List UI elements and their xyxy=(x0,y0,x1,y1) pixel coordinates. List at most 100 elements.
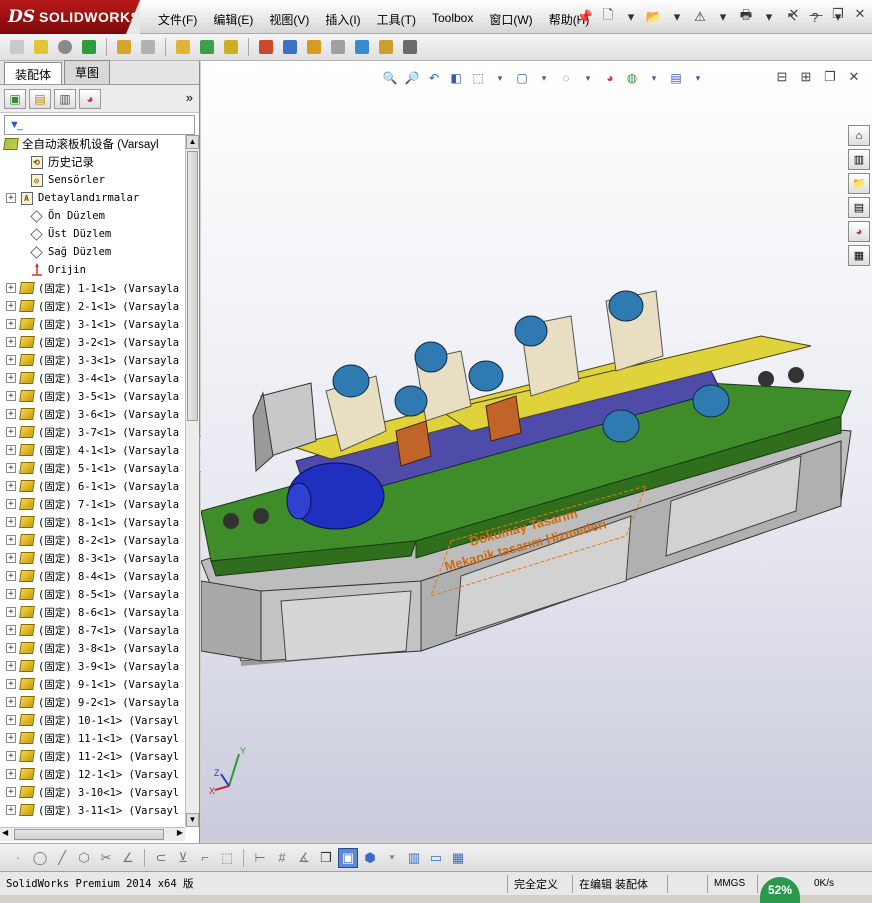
tree-item-origin[interactable]: Orijin xyxy=(0,261,185,279)
expand-icon[interactable]: + xyxy=(6,499,16,509)
tree-item-component[interactable]: + (固定) 9-1<1> (Varsayla xyxy=(0,675,185,693)
tree-item-component[interactable]: + (固定) 3-2<1> (Varsayla xyxy=(0,333,185,351)
tree-item-component[interactable]: + (固定) 8-6<1> (Varsayla xyxy=(0,603,185,621)
restore-icon[interactable]: ❐ xyxy=(830,6,846,22)
tree-item-component[interactable]: + (固定) 7-1<1> (Varsayla xyxy=(0,495,185,513)
cube-icon[interactable]: ⬢ xyxy=(360,848,380,868)
view-palette-icon[interactable]: ▤ xyxy=(848,197,870,218)
expand-icon[interactable]: + xyxy=(6,193,16,203)
hscroll-thumb[interactable] xyxy=(14,829,164,840)
tree-item-component[interactable]: + (固定) 3-4<1> (Varsayla xyxy=(0,369,185,387)
expand-icon[interactable]: + xyxy=(6,769,16,779)
scroll-right-icon[interactable]: ▶ xyxy=(177,828,183,837)
tree-item-front-plane[interactable]: Ön Düzlem xyxy=(0,207,185,225)
tree-item-component[interactable]: + (固定) 3-3<1> (Varsayla xyxy=(0,351,185,369)
clearance-verification-icon[interactable] xyxy=(375,36,397,58)
tree-item-annotations[interactable]: + A Detaylandırmalar xyxy=(0,189,185,207)
mate-icon[interactable] xyxy=(54,36,76,58)
expand-icon[interactable]: + xyxy=(6,643,16,653)
extend-icon[interactable]: ∠ xyxy=(118,848,138,868)
tree-item-component[interactable]: + (固定) 3-8<1> (Varsayla xyxy=(0,639,185,657)
expand-icon[interactable]: + xyxy=(6,679,16,689)
tree-item-component[interactable]: + (固定) 11-1<1> (Varsayl xyxy=(0,729,185,747)
tree-horizontal-scrollbar[interactable]: ◀ ▶ xyxy=(0,827,185,841)
tab-assembly[interactable]: 装配体 xyxy=(4,62,63,84)
new-document-icon[interactable]: 🗋 xyxy=(598,6,618,28)
new-motion-study-icon[interactable] xyxy=(255,36,277,58)
tree-vertical-scrollbar[interactable]: ▲ ▼ xyxy=(185,135,199,827)
smart-fasteners-icon[interactable] xyxy=(113,36,135,58)
dimension-icon[interactable]: ⊢ xyxy=(250,848,270,868)
display-manager-icon[interactable]: ◕ xyxy=(79,88,101,109)
linear-pattern-icon[interactable] xyxy=(78,36,100,58)
expand-icon[interactable]: + xyxy=(6,589,16,599)
tree-item-component[interactable]: + (固定) 3-6<1> (Varsayla xyxy=(0,405,185,423)
dropdown-icon[interactable]: ▾ xyxy=(382,848,402,868)
assembly-features-icon[interactable] xyxy=(196,36,218,58)
configuration-manager-icon[interactable]: ▥ xyxy=(54,88,76,109)
tree-item-component[interactable]: + (固定) 8-2<1> (Varsayla xyxy=(0,531,185,549)
tree-item-component[interactable]: + (固定) 8-4<1> (Varsayla xyxy=(0,567,185,585)
expand-icon[interactable]: + xyxy=(6,481,16,491)
dropdown-icon[interactable]: ▾ xyxy=(667,6,687,28)
expand-icon[interactable]: + xyxy=(6,517,16,527)
print-icon[interactable]: 🖶 xyxy=(736,6,756,28)
expand-icon[interactable]: + xyxy=(6,751,16,761)
menu-view[interactable]: 视图(V) xyxy=(261,9,317,30)
window-icon[interactable]: ▭ xyxy=(426,848,446,868)
expand-icon[interactable]: + xyxy=(6,553,16,563)
tree-item-component[interactable]: + (固定) 4-1<1> (Varsayla xyxy=(0,441,185,459)
expand-icon[interactable]: + xyxy=(6,427,16,437)
instant3d-icon[interactable] xyxy=(399,36,421,58)
appearances-icon[interactable]: ◕ xyxy=(848,221,870,242)
units-status[interactable]: MMGS xyxy=(708,874,758,893)
scroll-up-icon[interactable]: ▲ xyxy=(186,135,199,149)
tree-item-component[interactable]: + (固定) 3-7<1> (Varsayla xyxy=(0,423,185,441)
insert-component-icon[interactable] xyxy=(6,36,28,58)
scroll-left-icon[interactable]: ◀ xyxy=(2,828,8,837)
scroll-down-icon[interactable]: ▼ xyxy=(186,813,199,827)
3d-box-icon[interactable]: ❒ xyxy=(316,848,336,868)
menu-toolbox[interactable]: Toolbox xyxy=(424,9,481,30)
trim-icon[interactable]: ✂ xyxy=(96,848,116,868)
tree-item-component[interactable]: + (固定) 3-9<1> (Varsayla xyxy=(0,657,185,675)
filter-icon[interactable]: ▼̲ xyxy=(9,119,20,131)
tree-item-component[interactable]: + (固定) 6-1<1> (Varsayla xyxy=(0,477,185,495)
close-document-icon[interactable]: ✕ xyxy=(786,6,802,22)
shaded-icon[interactable]: ▣ xyxy=(338,847,358,868)
tree-item-component[interactable]: + (固定) 3-11<1> (Varsayl xyxy=(0,801,185,819)
tree-item-component[interactable]: + (固定) 8-3<1> (Varsayla xyxy=(0,549,185,567)
new-part-icon[interactable] xyxy=(30,36,52,58)
tree-item-top-plane[interactable]: Üst Düzlem xyxy=(0,225,185,243)
expand-icon[interactable]: + xyxy=(6,697,16,707)
tree-item-component[interactable]: + (固定) 10-1<1> (Varsayl xyxy=(0,711,185,729)
scroll-thumb[interactable] xyxy=(187,151,198,421)
tree-item-history[interactable]: ⟲ 历史记录 xyxy=(0,153,185,171)
expand-icon[interactable]: + xyxy=(6,355,16,365)
tab-sketch[interactable]: 草图 xyxy=(64,60,111,84)
tree-item-component[interactable]: + (固定) 8-5<1> (Varsayla xyxy=(0,585,185,603)
fillet-icon[interactable]: ⌐ xyxy=(195,848,215,868)
grid-icon[interactable]: # xyxy=(272,848,292,868)
menu-edit[interactable]: 编辑(E) xyxy=(205,9,261,30)
tree-item-component[interactable]: + (固定) 3-10<1> (Varsayl xyxy=(0,783,185,801)
angle-icon[interactable]: ∡ xyxy=(294,848,314,868)
dropdown-icon[interactable]: ▾ xyxy=(713,6,733,28)
line-icon[interactable]: ╱ xyxy=(52,848,72,868)
file-explorer-icon[interactable]: 📁 xyxy=(848,173,870,194)
expand-icon[interactable]: + xyxy=(6,463,16,473)
offset-icon[interactable]: ⊂ xyxy=(151,848,171,868)
expand-icon[interactable]: + xyxy=(6,733,16,743)
expand-icon[interactable]: + xyxy=(6,391,16,401)
dropdown-icon[interactable]: ▾ xyxy=(621,6,641,28)
polygon-icon[interactable]: ⬡ xyxy=(74,848,94,868)
expand-icon[interactable]: + xyxy=(6,373,16,383)
property-manager-icon[interactable]: ▤ xyxy=(29,88,51,109)
tree-item-component[interactable]: + (固定) 3-1<1> (Varsayla xyxy=(0,315,185,333)
mirror-icon[interactable]: ⊻ xyxy=(173,848,193,868)
point-icon[interactable]: · xyxy=(8,848,28,868)
expand-icon[interactable]: + xyxy=(6,661,16,671)
expand-icon[interactable]: + xyxy=(6,535,16,545)
menu-tools[interactable]: 工具(T) xyxy=(369,9,424,30)
tree-item-component[interactable]: + (固定) 8-1<1> (Varsayla xyxy=(0,513,185,531)
